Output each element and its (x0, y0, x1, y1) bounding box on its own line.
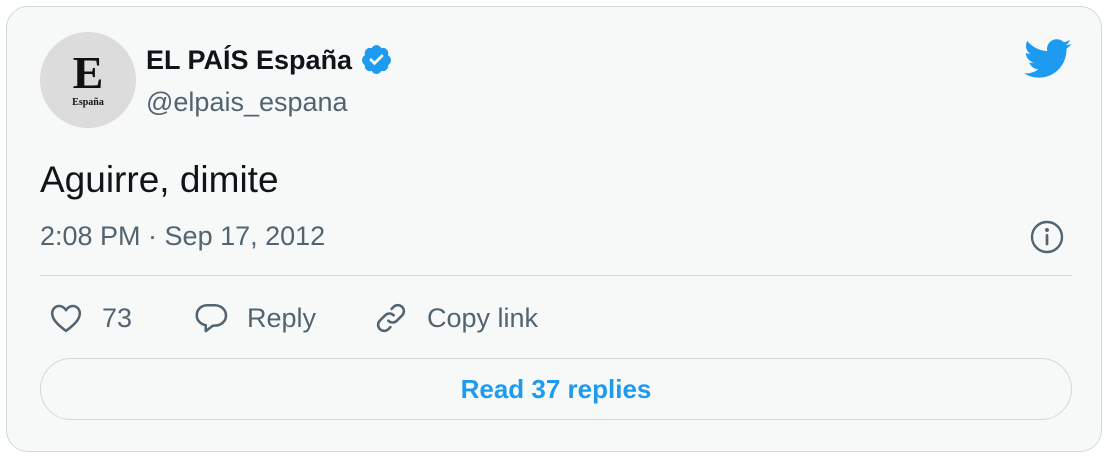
info-icon[interactable] (1029, 219, 1065, 255)
avatar[interactable]: E España (40, 32, 136, 128)
divider (40, 275, 1072, 276)
reply-button[interactable]: Reply (193, 300, 316, 336)
verified-badge-icon (362, 45, 392, 74)
tweet-text: Aguirre, dimite (40, 159, 279, 200)
author-handle[interactable]: @elpais_espana (146, 86, 348, 118)
tweet-timestamp[interactable]: 2:08 PM · Sep 17, 2012 (40, 220, 325, 252)
like-count: 73 (102, 303, 133, 333)
heart-icon (50, 304, 82, 333)
twitter-bird-icon[interactable] (1024, 39, 1072, 79)
copy-link-button[interactable]: Copy link (373, 300, 538, 336)
author-name-row: EL PAÍS España (146, 43, 393, 76)
avatar-letter: E (72, 47, 104, 98)
tweet-card: E España EL PAÍS España @elpais_espana A… (6, 6, 1102, 452)
reply-label: Reply (247, 303, 317, 333)
link-icon (376, 303, 406, 333)
author-name[interactable]: EL PAÍS España (146, 44, 352, 76)
avatar-subtext: España (72, 97, 104, 108)
read-replies-button[interactable]: Read 37 replies (40, 358, 1072, 420)
copy-link-label: Copy link (427, 303, 539, 333)
like-button[interactable]: 73 (48, 300, 132, 336)
reply-bubble-icon (195, 303, 228, 333)
